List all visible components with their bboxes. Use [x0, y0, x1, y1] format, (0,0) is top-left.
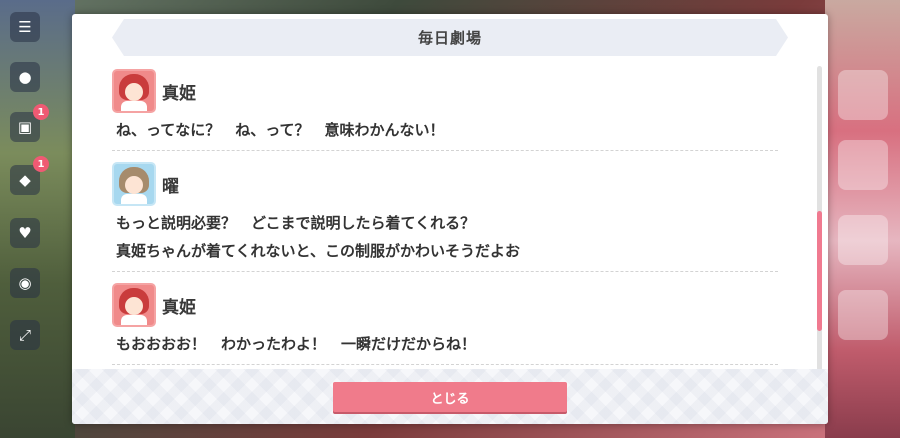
speaker-row: 曜 [112, 159, 778, 209]
side-panel-icon[interactable] [838, 70, 888, 120]
dialogue-line: 真姫ちゃんが着てくれないと、この制服がかわいそうだよお [116, 242, 520, 260]
scrollbar-thumb[interactable] [817, 211, 822, 331]
close-button[interactable]: とじる [333, 382, 567, 412]
speaker-name: 真姫 [162, 297, 196, 318]
dialogue-entry: 真姫 もおおおお！ わかったわよ！ 一瞬だけだからね！ [112, 280, 778, 365]
menu-icon[interactable]: ☰ [10, 12, 40, 42]
speaker-name: 曜 [162, 176, 179, 197]
speaker-row: 真姫 [112, 66, 778, 116]
dialog-title: 毎日劇場 [417, 29, 482, 47]
speaker-name: 真姫 [162, 83, 196, 104]
chat-icon[interactable]: ● [10, 62, 40, 92]
dialogue-line: ね、ってなに？ ね、って？ 意味わかんない！ [116, 121, 445, 139]
heart-icon[interactable]: ♥ [10, 218, 40, 248]
daily-theater-dialog: 毎日劇場 真姫 ね、ってなに？ ね、って？ 意味わかんない！ 曜 もっと説明必要… [72, 14, 828, 424]
dialog-content[interactable]: 真姫 ね、ってなに？ ね、って？ 意味わかんない！ 曜 もっと説明必要？ どこま… [112, 66, 778, 376]
dialogue-line: もっと説明必要？ どこまで説明したら着てくれる？ [116, 214, 476, 232]
notification-badge: 1 [33, 156, 49, 172]
scrollbar[interactable] [817, 66, 822, 371]
fullscreen-icon[interactable]: ⤢ [10, 320, 40, 350]
side-panel-icon[interactable] [838, 290, 888, 340]
camera-icon[interactable]: ◉ [10, 268, 40, 298]
dialog-title-bar: 毎日劇場 [112, 19, 788, 56]
side-panel-icon[interactable] [838, 215, 888, 265]
you-avatar-icon [112, 162, 156, 206]
notification-badge: 1 [33, 104, 49, 120]
maki-avatar-icon [112, 283, 156, 327]
dialogue-line: もおおおお！ わかったわよ！ 一瞬だけだからね！ [116, 335, 477, 353]
side-panel-icon[interactable] [838, 140, 888, 190]
speaker-row: 真姫 [112, 280, 778, 330]
dialogue-entry: 曜 もっと説明必要？ どこまで説明したら着てくれる？ 真姫ちゃんが着てくれないと… [112, 159, 778, 272]
maki-avatar-icon [112, 69, 156, 113]
dialogue-entry: 真姫 ね、ってなに？ ね、って？ 意味わかんない！ [112, 66, 778, 151]
